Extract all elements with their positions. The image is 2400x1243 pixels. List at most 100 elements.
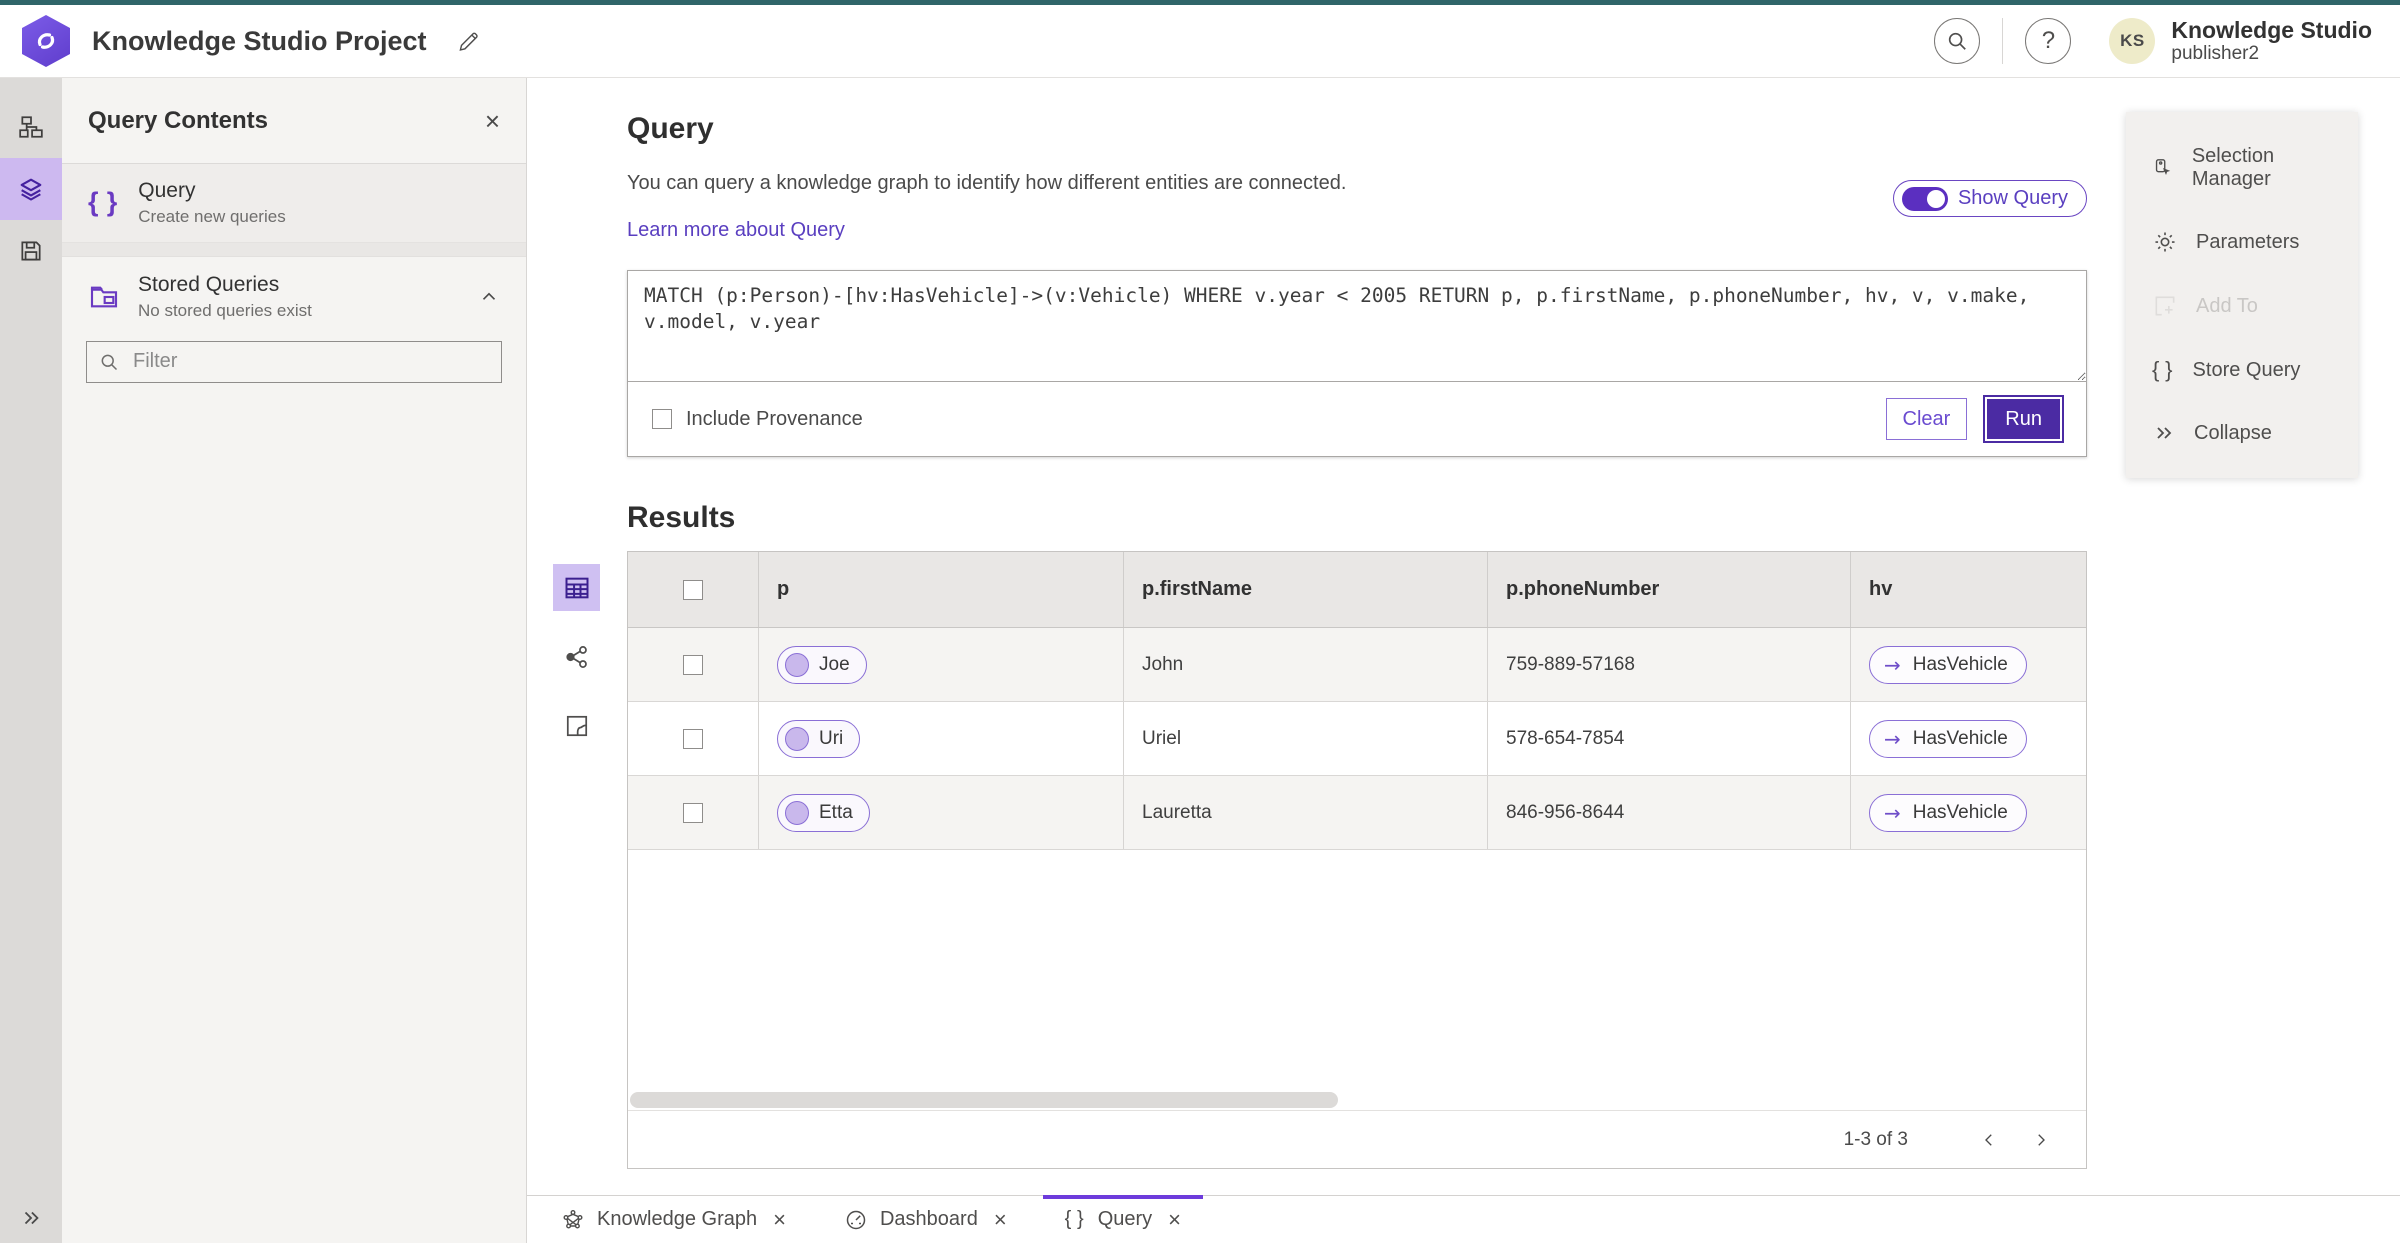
query-item-title: Query [138, 179, 196, 202]
row-checkbox[interactable] [683, 728, 703, 749]
page-title: Query [627, 112, 714, 145]
cell-phonenumber: 846-956-8644 [1506, 801, 1625, 823]
double-chevron-right-icon [24, 1211, 39, 1225]
table-row[interactable]: Uri Uriel 578-654-7854 → HasVehicle [628, 702, 2086, 776]
table-icon [565, 577, 588, 598]
query-item-subtitle: Create new queries [138, 207, 286, 227]
tab-knowledge-graph[interactable]: Knowledge Graph × [539, 1196, 808, 1243]
braces-icon: { } [1064, 1208, 1086, 1230]
parameters-button[interactable]: Parameters [2126, 210, 2358, 274]
main-area: Query You can query a knowledge graph to… [527, 78, 2400, 1243]
query-tools-panel: Selection Manager Parameters Add To { } … [2126, 112, 2358, 478]
entity-node-icon [785, 800, 809, 825]
results-view-switcher [553, 551, 627, 1169]
gear-icon [2155, 232, 2175, 252]
horizontal-scrollbar[interactable] [628, 1089, 2086, 1111]
top-bar-divider [2002, 18, 2004, 64]
cell-firstname: Uriel [1142, 727, 1182, 749]
column-header-firstname[interactable]: p.firstName [1124, 552, 1488, 627]
filter-input[interactable] [131, 349, 489, 375]
row-checkbox[interactable] [683, 654, 703, 675]
arrow-right-icon: → [1884, 652, 1901, 677]
entity-pill[interactable]: Etta [777, 793, 870, 832]
rail-item-queries[interactable] [0, 158, 62, 220]
tab-query[interactable]: { } Query × [1042, 1195, 1204, 1243]
user-info[interactable]: Knowledge Studio publisher2 [2171, 17, 2372, 65]
scrollbar-thumb[interactable] [630, 1091, 1338, 1108]
run-button[interactable]: Run [1985, 397, 2062, 441]
app-logo-icon[interactable] [22, 15, 70, 67]
left-rail [0, 78, 62, 1243]
learn-more-link[interactable]: Learn more about Query [627, 219, 845, 242]
next-page-button[interactable] [2024, 1123, 2058, 1157]
help-button[interactable]: ? [2025, 18, 2072, 64]
section-divider [62, 242, 526, 257]
relationship-pill[interactable]: → HasVehicle [1869, 645, 2027, 684]
column-header-hv[interactable]: hv [1851, 552, 2086, 627]
tab-dashboard[interactable]: Dashboard × [822, 1196, 1029, 1243]
map-view-button[interactable] [553, 702, 600, 749]
search-button[interactable] [1934, 18, 1981, 64]
stored-queries-title: Stored Queries [138, 272, 280, 296]
include-provenance-label: Include Provenance [686, 407, 863, 430]
entity-pill[interactable]: Uri [777, 719, 861, 758]
previous-page-button[interactable] [1972, 1123, 2006, 1157]
show-query-toggle[interactable]: Show Query [1892, 180, 2087, 217]
close-panel-icon[interactable]: × [485, 108, 500, 134]
rail-item-data-model[interactable] [0, 96, 62, 158]
expand-rail-button[interactable] [0, 1207, 62, 1229]
arrow-right-icon: → [1884, 726, 1901, 751]
show-query-label: Show Query [1957, 187, 2068, 209]
braces-icon: { } [2152, 357, 2175, 382]
chevron-right-icon [2038, 1133, 2045, 1146]
product-name: Knowledge Studio [2171, 16, 2372, 43]
user-name: publisher2 [2171, 43, 2260, 65]
query-editor-card: MATCH (p:Person)-[hv:HasVehicle]->(v:Veh… [627, 270, 2087, 457]
add-to-button: Add To [2126, 274, 2358, 338]
close-tab-icon[interactable]: × [1168, 1207, 1181, 1233]
relationship-pill[interactable]: → HasVehicle [1869, 719, 2027, 758]
app-frame: Query Contents × { } Query Create new qu… [0, 78, 2400, 1243]
cell-firstname: Lauretta [1142, 801, 1212, 823]
clear-button[interactable]: Clear [1885, 398, 1968, 440]
close-tab-icon[interactable]: × [994, 1207, 1007, 1233]
column-header-p[interactable]: p [759, 552, 1124, 627]
selection-manager-button[interactable]: Selection Manager [2126, 126, 2358, 210]
close-tab-icon[interactable]: × [773, 1207, 786, 1233]
avatar[interactable]: KS [2109, 18, 2156, 64]
table-view-button[interactable] [553, 564, 600, 611]
double-chevron-right-icon [2157, 427, 2172, 439]
link-chart-view-button[interactable] [553, 633, 600, 680]
cell-phonenumber: 759-889-57168 [1506, 653, 1635, 675]
pagination-bar: 1-3 of 3 [628, 1111, 2086, 1168]
sidebar-item-stored-queries[interactable]: Stored Queries No stored queries exist [62, 257, 526, 337]
query-page: Query You can query a knowledge graph to… [553, 78, 2087, 1195]
dashboard-gauge-icon [846, 1210, 866, 1229]
collapse-panel-button[interactable]: Collapse [2126, 402, 2358, 464]
add-to-icon [2155, 296, 2175, 316]
stored-queries-folder-icon [90, 286, 118, 307]
column-header-phonenumber[interactable]: p.phoneNumber [1488, 552, 1851, 627]
table-row[interactable]: Etta Lauretta 846-956-8644 → HasVehicle [628, 776, 2086, 850]
store-query-button[interactable]: { } Store Query [2126, 338, 2358, 402]
query-editor-footer: Include Provenance Clear Run [628, 382, 2086, 456]
table-row[interactable]: Joe John 759-889-57168 → HasVehicle [628, 628, 2086, 702]
include-provenance-checkbox[interactable] [652, 409, 672, 429]
panel-title: Query Contents [88, 106, 269, 134]
knowledge-graph-icon [563, 1209, 583, 1229]
sidebar-item-query[interactable]: { } Query Create new queries [62, 164, 526, 243]
edit-project-title-icon[interactable] [455, 28, 481, 54]
link-chart-icon [565, 645, 587, 668]
filter-search-icon [101, 354, 118, 370]
cell-firstname: John [1142, 653, 1184, 675]
filter-field[interactable] [86, 340, 502, 383]
entity-pill[interactable]: Joe [777, 645, 867, 684]
collapse-section-icon[interactable] [478, 286, 500, 308]
table-empty-area [628, 850, 2086, 1089]
query-textarea[interactable]: MATCH (p:Person)-[hv:HasVehicle]->(v:Veh… [628, 271, 2086, 382]
toggle-switch-icon [1901, 186, 1948, 211]
rail-item-saved[interactable] [0, 220, 62, 282]
select-all-checkbox[interactable] [683, 579, 703, 600]
row-checkbox[interactable] [683, 802, 703, 823]
relationship-pill[interactable]: → HasVehicle [1869, 793, 2027, 832]
